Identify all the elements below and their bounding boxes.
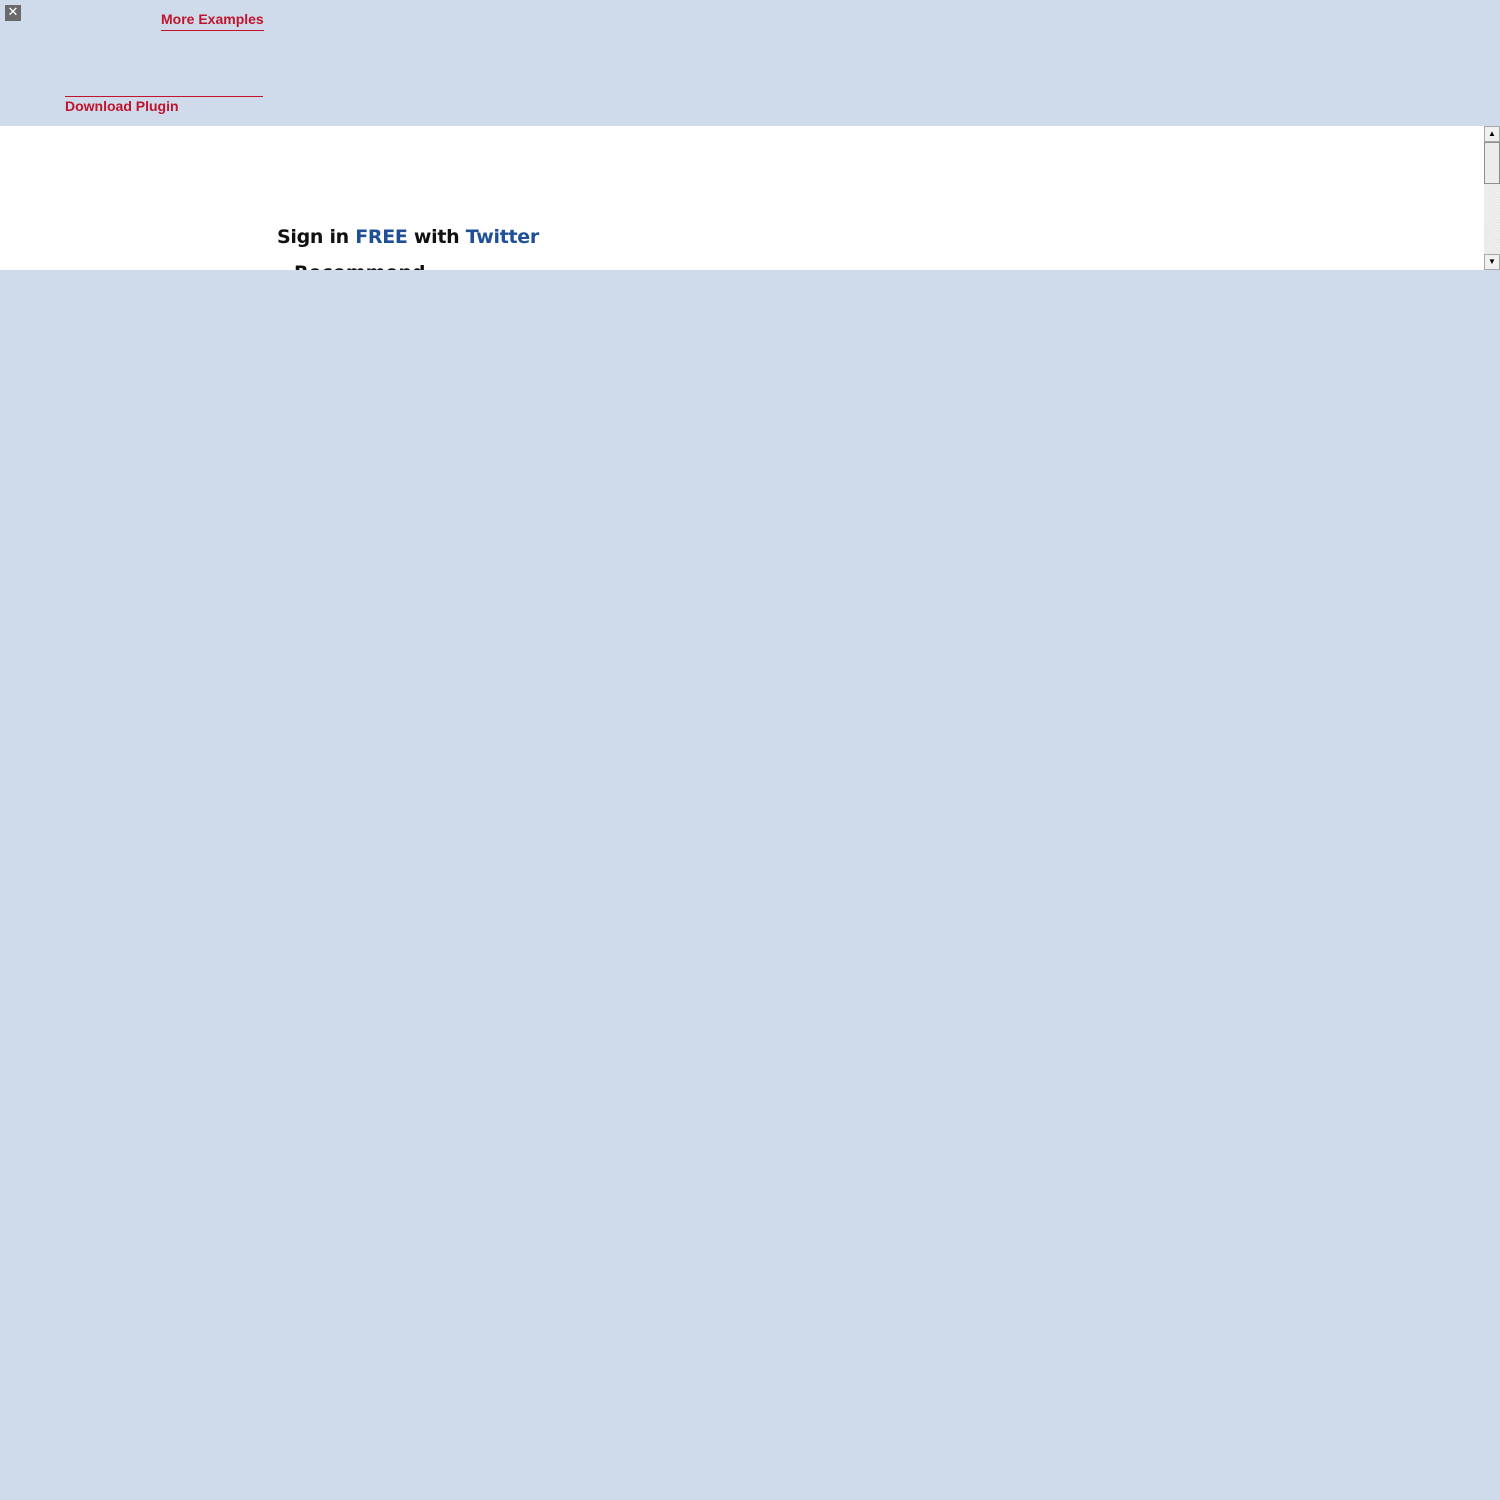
partial-text-line: Recommend... [294, 262, 447, 270]
more-examples-link[interactable]: More Examples [161, 11, 264, 31]
vertical-scrollbar[interactable]: ▲ ▼ [1484, 126, 1500, 270]
signin-middle: with [407, 226, 466, 248]
signin-prefix: Sign in [277, 226, 356, 248]
divider [65, 96, 263, 97]
download-plugin-link[interactable]: Download Plugin [65, 98, 179, 114]
content-frame: Sign in FREE with Twitter Recommend... ▲… [0, 126, 1500, 270]
page: ✕ More Examples Download Plugin Sign in … [0, 0, 1500, 1500]
top-toolbar: ✕ More Examples Download Plugin [0, 0, 1500, 126]
scroll-down-icon[interactable]: ▼ [1484, 254, 1500, 270]
close-icon[interactable]: ✕ [5, 5, 21, 21]
free-label: FREE [355, 226, 408, 248]
scroll-up-icon[interactable]: ▲ [1484, 126, 1500, 142]
twitter-link[interactable]: Twitter [466, 226, 540, 248]
signin-heading: Sign in FREE with Twitter [277, 226, 539, 248]
scroll-thumb[interactable] [1484, 142, 1500, 184]
